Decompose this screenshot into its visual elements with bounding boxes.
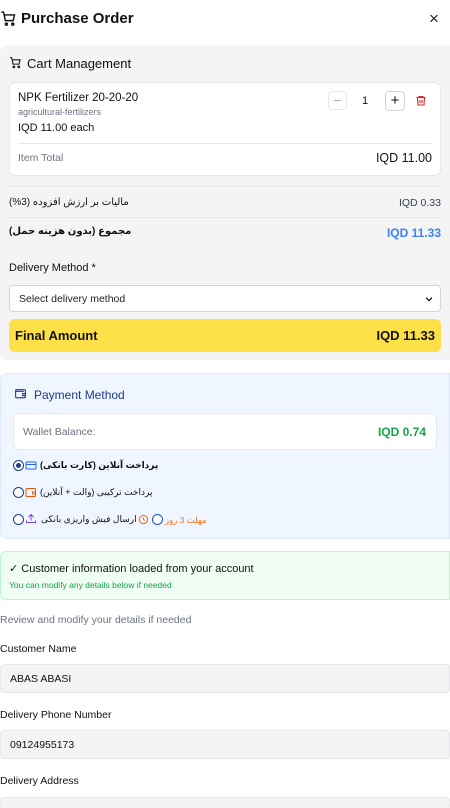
item-total-label: Item Total [18, 152, 64, 164]
vat-value: IQD 0.33 [398, 197, 441, 209]
decrease-quantity-button[interactable]: − [328, 91, 347, 110]
info-title: ✓ Customer information loaded from your … [9, 563, 254, 575]
dialog-title: Purchase Order [21, 10, 134, 27]
chevron-down-icon [425, 297, 433, 302]
item-unit-price: IQD 11.00 each [18, 122, 95, 134]
subtotal-label: مجموع (بدون هزینه حمل) [9, 226, 132, 237]
delivery-address-label: Delivery Address [0, 775, 79, 787]
trash-icon[interactable] [415, 94, 427, 107]
delivery-address-input[interactable] [0, 797, 450, 808]
delivery-phone-input[interactable] [0, 730, 450, 759]
delivery-method-value: Select delivery method [19, 293, 126, 305]
vat-label: مالیات بر ارزش افزوده (3%) [9, 197, 129, 208]
increase-quantity-button[interactable]: + [385, 91, 405, 111]
payment-option-online-radio[interactable] [13, 460, 24, 471]
subtotal-value: IQD 11.33 [386, 226, 441, 240]
delivery-method-label: Delivery Method * [9, 262, 96, 274]
divider [9, 217, 441, 218]
payment-option-bank-receipt-radio[interactable] [13, 514, 24, 525]
customer-name-label: Customer Name [0, 643, 77, 655]
clock-icon [138, 514, 149, 525]
item-total-value: IQD 11.00 [375, 151, 432, 165]
payment-title: Payment Method [34, 388, 125, 402]
cart-title: Cart Management [27, 56, 132, 71]
customer-name-input[interactable] [0, 664, 450, 693]
wallet-balance-value: IQD 0.74 [377, 425, 426, 439]
wallet-balance-card: Wallet Balance: IQD 0.74 [13, 413, 437, 450]
review-hint: Review and modify your details if needed [0, 614, 192, 626]
final-amount-label: Final Amount [15, 328, 98, 343]
final-amount-bar: Final Amount IQD 11.33 [9, 319, 441, 352]
item-name: NPK Fertilizer 20-20-20 [18, 92, 139, 104]
wallet-icon [25, 488, 36, 497]
divider [18, 143, 432, 144]
close-icon[interactable]: × [429, 9, 439, 29]
cart-icon [1, 11, 16, 26]
deadline-radio [152, 514, 163, 525]
divider [9, 186, 441, 187]
wallet-balance-label: Wallet Balance: [23, 426, 96, 438]
delivery-phone-label: Delivery Phone Number [0, 709, 112, 721]
upload-icon [26, 513, 36, 523]
wallet-icon [15, 389, 26, 399]
dialog-header: Purchase Order × [0, 0, 450, 40]
deadline-badge: مهلت 3 روز [165, 515, 207, 525]
quantity-value: 1 [361, 95, 369, 107]
delivery-method-select[interactable]: Select delivery method [9, 285, 441, 312]
payment-option-online-label[interactable]: پرداخت آنلاین (کارت بانکی) [40, 460, 158, 471]
cart-icon [10, 57, 21, 69]
payment-option-mixed-radio[interactable] [13, 487, 24, 498]
final-amount-value: IQD 11.33 [376, 328, 435, 343]
info-subtitle: You can modify any details below if need… [9, 580, 172, 590]
credit-card-icon [25, 461, 37, 470]
payment-option-bank-receipt-label[interactable]: ارسال فیش واریزی بانکی [41, 514, 137, 525]
customer-info-banner [0, 551, 450, 600]
payment-option-mixed-label[interactable]: پرداخت ترکیبی (والت + آنلاین) [40, 487, 152, 498]
item-category: agricultural-fertilizers [18, 107, 102, 117]
